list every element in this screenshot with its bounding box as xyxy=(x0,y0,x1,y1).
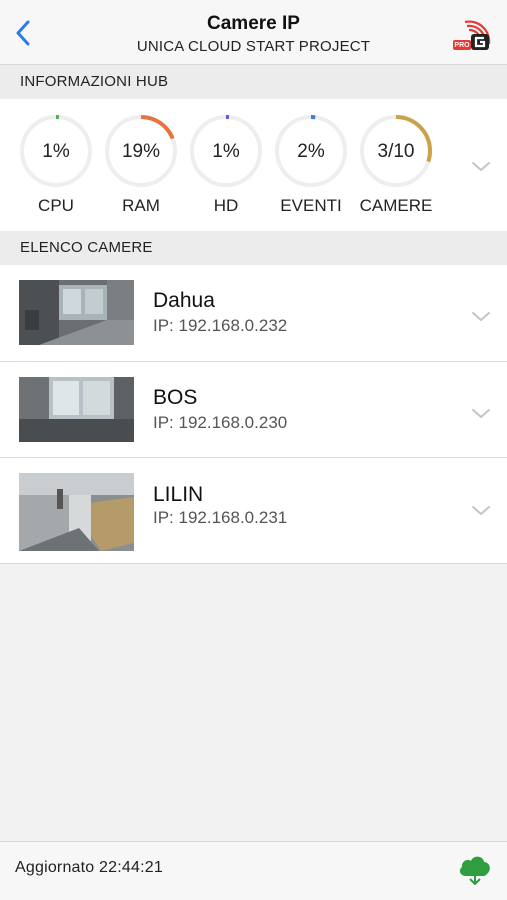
camera-ip: IP: 192.168.0.232 xyxy=(153,316,288,335)
eventi-label: EVENTI xyxy=(280,196,342,215)
camera-row-dahua[interactable]: Dahua IP: 192.168.0.232 xyxy=(0,265,507,361)
camera-expand-button[interactable] xyxy=(469,498,493,522)
camera-expand-button[interactable] xyxy=(469,401,493,425)
camera-ip: IP: 192.168.0.231 xyxy=(153,508,288,527)
camera-thumbnail xyxy=(19,280,134,345)
page-title: Camere IP xyxy=(207,13,300,34)
hub-info-panel: 1% CPU 19% RAM 1% HD 2% EVENTI 3/10 CAME… xyxy=(0,99,507,231)
cameras-section-header: ELENCO CAMERE xyxy=(0,231,507,265)
page-subtitle: UNICA CLOUD START PROJECT xyxy=(136,38,371,55)
camera-list: Dahua IP: 192.168.0.232 BOS IP: 192.168.… xyxy=(0,265,507,564)
ram-value: 19% xyxy=(121,141,161,162)
stat-eventi: 2% EVENTI xyxy=(273,113,349,223)
app-logo: PRO xyxy=(451,14,491,54)
camera-row-lilin[interactable]: LILIN IP: 192.168.0.231 xyxy=(0,457,507,564)
chevron-down-icon xyxy=(472,506,490,515)
camera-expand-button[interactable] xyxy=(469,304,493,328)
hub-expand-button[interactable] xyxy=(469,154,493,178)
camera-row-bos[interactable]: BOS IP: 192.168.0.230 xyxy=(0,361,507,457)
hd-value: 1% xyxy=(212,141,240,162)
eventi-value: 2% xyxy=(297,141,325,162)
chevron-down-icon xyxy=(472,409,490,418)
camera-thumbnail xyxy=(19,377,134,442)
cloud-download-button[interactable] xyxy=(456,850,494,888)
camere-label: CAMERE xyxy=(359,196,433,215)
camera-name: Dahua xyxy=(153,289,215,312)
camera-name: LILIN xyxy=(153,483,204,506)
camera-thumbnail xyxy=(19,473,134,551)
last-updated-text: Aggiornato 22:44:21 xyxy=(15,859,163,876)
stat-ram: 19% RAM xyxy=(103,113,179,223)
stat-camere: 3/10 CAMERE xyxy=(358,113,434,223)
chevron-down-icon xyxy=(472,312,490,321)
ram-label: RAM xyxy=(122,196,160,215)
stat-cpu: 1% CPU xyxy=(18,113,94,223)
cpu-label: CPU xyxy=(38,196,74,215)
cloud-download-icon xyxy=(459,856,490,885)
camera-ip: IP: 192.168.0.230 xyxy=(153,413,288,432)
camera-name: BOS xyxy=(153,386,198,409)
camere-value: 3/10 xyxy=(377,141,415,162)
chevron-left-icon xyxy=(16,20,30,46)
hd-label: HD xyxy=(213,196,239,215)
chevron-down-icon xyxy=(472,162,490,171)
top-bar: Camere IP UNICA CLOUD START PROJECT PRO xyxy=(0,0,507,65)
cpu-value: 1% xyxy=(42,141,70,162)
hub-section-header: INFORMAZIONI HUB xyxy=(0,65,507,99)
stat-hd: 1% HD xyxy=(188,113,264,223)
logo-text: PRO xyxy=(454,42,470,49)
back-button[interactable] xyxy=(10,18,36,48)
bottom-bar: Aggiornato 22:44:21 xyxy=(0,841,507,900)
